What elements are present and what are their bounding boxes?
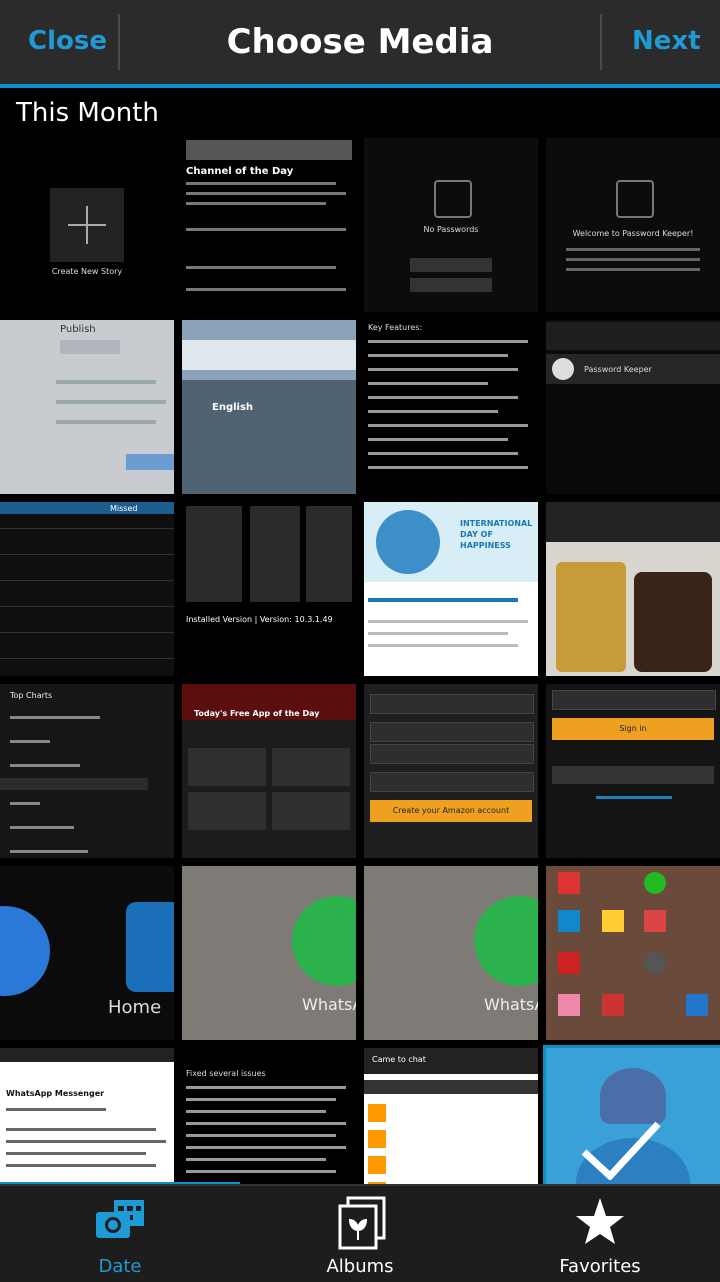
lock-icon: [434, 180, 472, 218]
albums-icon: [338, 1196, 386, 1250]
media-tile[interactable]: WhatsApp Messenger: [0, 1048, 174, 1184]
media-tile[interactable]: WhatsApp: [182, 866, 356, 1040]
media-tile[interactable]: [546, 502, 720, 676]
tab-albums[interactable]: Albums: [240, 1186, 480, 1282]
tab-favorites[interactable]: Favorites: [480, 1186, 720, 1282]
media-tile[interactable]: Missed: [0, 502, 174, 676]
media-tile[interactable]: Came to chat: [364, 1048, 538, 1184]
media-tile[interactable]: Home: [0, 866, 174, 1040]
section-title: This Month: [16, 98, 159, 128]
media-tile[interactable]: Create your Amazon account: [364, 684, 538, 858]
media-tile[interactable]: Channel of the Day: [182, 138, 356, 312]
plus-icon: [50, 188, 124, 262]
accent-line: [0, 84, 720, 88]
media-tile[interactable]: Welcome to Password Keeper!: [546, 138, 720, 312]
tab-date[interactable]: Date: [0, 1186, 240, 1282]
whatsapp-icon: [474, 896, 538, 986]
heart-shape: [600, 1068, 666, 1124]
media-tile[interactable]: [546, 866, 720, 1040]
next-button[interactable]: Next: [632, 26, 701, 56]
whatsapp-icon: [292, 896, 356, 986]
media-tile[interactable]: Create New Story: [0, 138, 174, 312]
media-tile[interactable]: INTERNATIONAL DAY OF HAPPINESS: [364, 502, 538, 676]
globe-icon: [376, 510, 440, 574]
media-tile[interactable]: No Passwords: [364, 138, 538, 312]
title-bar: Close Choose Media Next: [0, 0, 720, 86]
bottom-tab-bar: Date Albums Favorites: [0, 1184, 720, 1282]
media-tile[interactable]: Publish: [0, 320, 174, 494]
divider: [600, 14, 602, 70]
media-tile[interactable]: Password Keeper: [546, 320, 720, 494]
media-tile[interactable]: Top Charts: [0, 684, 174, 858]
lock-icon: [616, 180, 654, 218]
media-tile[interactable]: WhatsApp: [364, 866, 538, 1040]
media-tile[interactable]: Key Features:: [364, 320, 538, 494]
checkmark-icon: [581, 1121, 661, 1180]
media-tile[interactable]: Today's Free App of the Day: [182, 684, 356, 858]
media-tile[interactable]: Installed Version | Version: 10.3.1.49: [182, 502, 356, 676]
media-tile[interactable]: Sign in: [546, 684, 720, 858]
calendar-camera-icon: [96, 1200, 144, 1238]
star-icon: [576, 1198, 624, 1244]
media-tile[interactable]: English: [182, 320, 356, 494]
media-tile[interactable]: Fixed several issues: [182, 1048, 356, 1184]
media-grid: Create New Story Channel of the Day No P…: [0, 138, 720, 1184]
page-title: Choose Media: [226, 22, 494, 62]
